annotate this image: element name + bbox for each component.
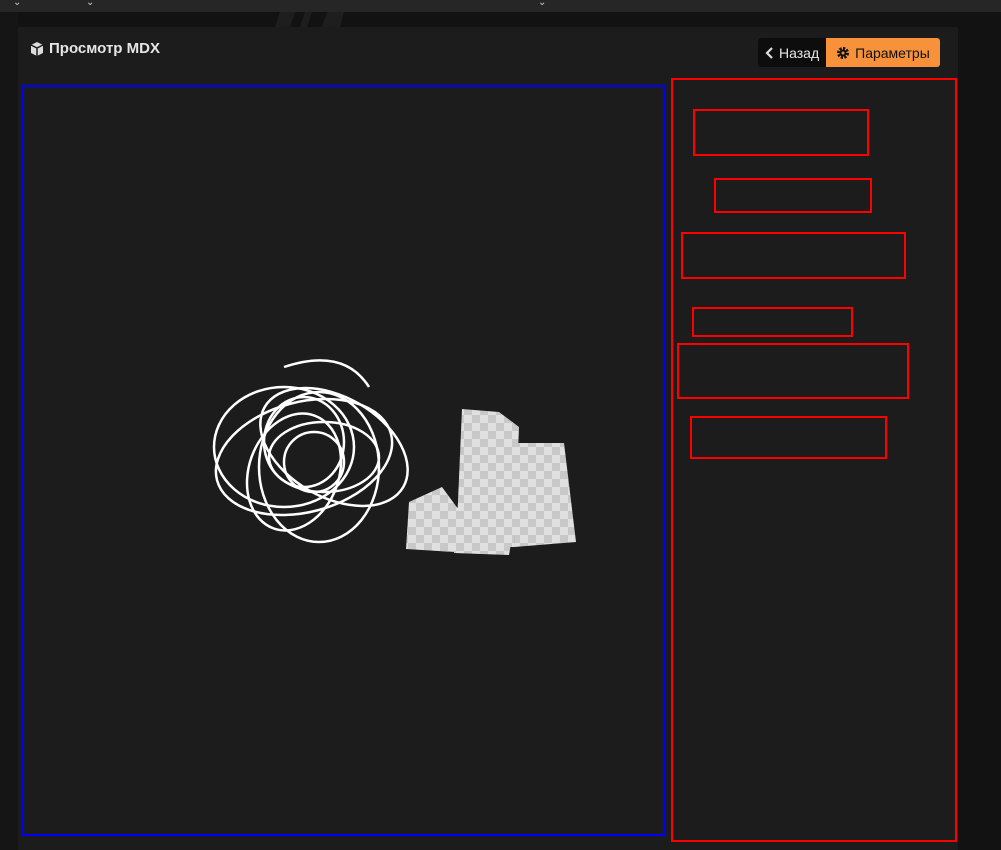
parameters-sidebar — [671, 78, 957, 842]
back-button-label: Назад — [779, 44, 820, 61]
parameter-slot-1[interactable] — [693, 109, 869, 156]
model-viewport[interactable] — [22, 85, 665, 836]
left-edge — [0, 12, 18, 850]
particle-scribbles — [212, 359, 409, 544]
chevron-left-icon — [765, 46, 773, 59]
cube-icon — [30, 41, 44, 56]
page-title: Просмотр MDX — [29, 40, 160, 57]
top-bar: ⌄ ⌄ ⌄ — [0, 0, 1001, 12]
decorative-stripes — [275, 12, 344, 27]
page-title-text: Просмотр MDX — [49, 40, 160, 57]
mdx-viewer-panel: Просмотр MDX Назад Параметры — [18, 27, 958, 850]
back-button[interactable]: Назад — [758, 38, 827, 67]
chevron-down-icon[interactable]: ⌄ — [13, 0, 21, 8]
parameter-slot-6[interactable] — [690, 416, 887, 459]
parameters-button[interactable]: Параметры — [826, 38, 940, 67]
chevron-down-icon[interactable]: ⌄ — [538, 0, 546, 8]
parameter-slot-2[interactable] — [714, 178, 872, 213]
chevron-down-icon[interactable]: ⌄ — [86, 0, 94, 8]
parameters-button-label: Параметры — [855, 44, 930, 61]
rock-mesh — [406, 409, 576, 555]
gear-icon — [837, 46, 850, 59]
model-render — [212, 359, 576, 555]
parameter-slot-3[interactable] — [681, 232, 906, 279]
parameter-slot-5[interactable] — [677, 343, 909, 399]
parameter-slot-4[interactable] — [692, 307, 853, 337]
